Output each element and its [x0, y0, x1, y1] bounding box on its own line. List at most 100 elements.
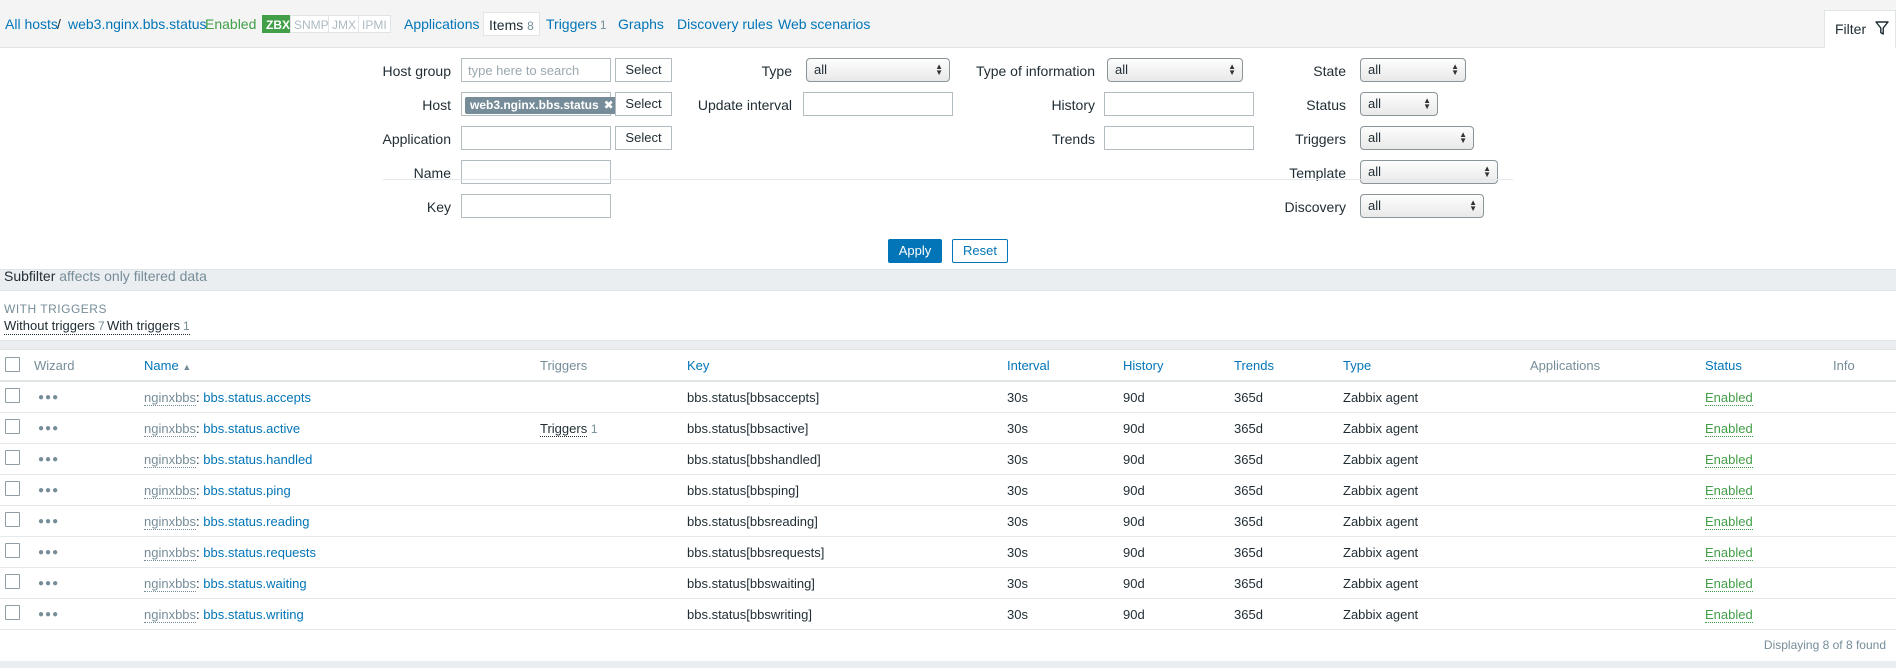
- host-chip-label: web3.nginx.bbs.status: [470, 98, 599, 112]
- item-key: bbs.status[bbsactive]: [687, 421, 809, 436]
- item-status[interactable]: Enabled: [1705, 421, 1753, 437]
- tab-items-label: Items: [489, 17, 524, 33]
- row-checkbox[interactable]: [5, 512, 20, 527]
- item-status[interactable]: Enabled: [1705, 576, 1753, 592]
- item-name-link[interactable]: bbs.status.waiting: [203, 576, 306, 591]
- wizard-dots-icon[interactable]: ●●●: [38, 486, 59, 496]
- item-trends: 365d: [1234, 483, 1263, 498]
- filter-toggle-tab[interactable]: Filter: [1824, 10, 1896, 48]
- trends-input[interactable]: [1104, 126, 1254, 150]
- item-interval: 30s: [1007, 514, 1028, 529]
- row-checkbox[interactable]: [5, 419, 20, 434]
- wizard-dots-icon[interactable]: ●●●: [38, 517, 59, 527]
- column-header-wizard: Wizard: [34, 358, 75, 373]
- application-select-button[interactable]: Select: [615, 126, 672, 150]
- item-status-label: Enabled: [1705, 545, 1753, 561]
- tab-triggers[interactable]: Triggers 1: [546, 16, 607, 32]
- column-header-history[interactable]: History: [1123, 358, 1163, 373]
- application-input[interactable]: [461, 126, 611, 150]
- state-select[interactable]: all ▲ ▼: [1360, 58, 1466, 82]
- tab-web-scenarios[interactable]: Web scenarios: [778, 16, 870, 32]
- type-of-information-select[interactable]: all ▲ ▼: [1107, 58, 1243, 82]
- item-name-link[interactable]: bbs.status.handled: [203, 452, 312, 467]
- item-name-link[interactable]: bbs.status.requests: [203, 545, 316, 560]
- item-history: 90d: [1123, 545, 1145, 560]
- reset-button[interactable]: Reset: [952, 239, 1008, 263]
- item-name-link[interactable]: bbs.status.reading: [203, 514, 309, 529]
- tab-discovery-rules[interactable]: Discovery rules: [677, 16, 773, 32]
- item-interval: 30s: [1007, 421, 1028, 436]
- item-name-cell: nginxbbs: bbs.status.active: [144, 421, 301, 437]
- row-checkbox[interactable]: [5, 481, 20, 496]
- item-status[interactable]: Enabled: [1705, 390, 1753, 406]
- row-checkbox[interactable]: [5, 574, 20, 589]
- subfilter-title: Subfilter affects only filtered data: [4, 268, 207, 284]
- item-name-link[interactable]: bbs.status.accepts: [203, 390, 311, 405]
- name-input[interactable]: [461, 160, 611, 184]
- row-checkbox[interactable]: [5, 388, 20, 403]
- wizard-dots-icon[interactable]: ●●●: [38, 455, 59, 465]
- item-status[interactable]: Enabled: [1705, 607, 1753, 623]
- key-input[interactable]: [461, 194, 611, 218]
- column-header-interval[interactable]: Interval: [1007, 358, 1050, 373]
- item-host-link[interactable]: nginxbbs: [144, 514, 197, 530]
- item-history: 90d: [1123, 514, 1145, 529]
- item-host-link[interactable]: nginxbbs: [144, 421, 197, 437]
- item-status-label: Enabled: [1705, 452, 1753, 468]
- history-input[interactable]: [1104, 92, 1254, 116]
- apply-button[interactable]: Apply: [888, 239, 942, 263]
- host-group-input[interactable]: [461, 58, 611, 82]
- column-header-key[interactable]: Key: [687, 358, 709, 373]
- wizard-dots-icon[interactable]: ●●●: [38, 579, 59, 589]
- item-status[interactable]: Enabled: [1705, 545, 1753, 561]
- column-header-triggers: Triggers: [540, 358, 588, 373]
- item-host-link[interactable]: nginxbbs: [144, 483, 197, 499]
- host-group-select-button[interactable]: Select: [615, 58, 672, 82]
- breadcrumb-host[interactable]: web3.nginx.bbs.status: [68, 16, 207, 32]
- item-name-link[interactable]: bbs.status.active: [203, 421, 300, 436]
- tab-applications[interactable]: Applications: [404, 16, 480, 32]
- item-status[interactable]: Enabled: [1705, 483, 1753, 499]
- column-header-type[interactable]: Type: [1343, 358, 1371, 373]
- remove-chip-icon[interactable]: ✖: [604, 97, 614, 114]
- triggers-select[interactable]: all ▲ ▼: [1360, 126, 1474, 150]
- column-header-trends[interactable]: Trends: [1234, 358, 1274, 373]
- tab-graphs[interactable]: Graphs: [618, 16, 664, 32]
- type-label: Type: [761, 63, 792, 79]
- item-host-link[interactable]: nginxbbs: [144, 607, 197, 623]
- item-name-link[interactable]: bbs.status.ping: [203, 483, 290, 498]
- row-checkbox[interactable]: [5, 450, 20, 465]
- item-type: Zabbix agent: [1343, 576, 1419, 591]
- item-interval: 30s: [1007, 452, 1028, 467]
- subfilter-with-triggers[interactable]: With triggers 1: [107, 318, 190, 335]
- item-status[interactable]: Enabled: [1705, 452, 1753, 468]
- item-host-link[interactable]: nginxbbs: [144, 545, 197, 561]
- subfilter-without-triggers[interactable]: Without triggers 7: [4, 318, 105, 335]
- select-all-checkbox[interactable]: [5, 357, 20, 372]
- row-checkbox[interactable]: [5, 605, 20, 620]
- wizard-dots-icon[interactable]: ●●●: [38, 548, 59, 558]
- breadcrumb-all-hosts[interactable]: All hosts: [5, 16, 58, 32]
- status-select[interactable]: all ▲ ▼: [1360, 92, 1438, 116]
- item-host-link[interactable]: nginxbbs: [144, 576, 197, 592]
- tab-items[interactable]: Items 8: [483, 12, 540, 36]
- item-host-link[interactable]: nginxbbs: [144, 390, 197, 406]
- item-status[interactable]: Enabled: [1705, 514, 1753, 530]
- update-interval-input[interactable]: [803, 92, 953, 116]
- discovery-select[interactable]: all ▲ ▼: [1360, 194, 1484, 218]
- row-checkbox[interactable]: [5, 543, 20, 558]
- item-history: 90d: [1123, 452, 1145, 467]
- wizard-dots-icon[interactable]: ●●●: [38, 424, 59, 434]
- discovery-label: Discovery: [1284, 199, 1346, 215]
- wizard-dots-icon[interactable]: ●●●: [38, 610, 59, 620]
- item-name-link[interactable]: bbs.status.writing: [203, 607, 303, 622]
- item-host-link[interactable]: nginxbbs: [144, 452, 197, 468]
- host-select-button[interactable]: Select: [615, 92, 672, 116]
- column-header-status[interactable]: Status: [1705, 358, 1742, 373]
- type-select[interactable]: all ▲ ▼: [806, 58, 950, 82]
- item-triggers-link[interactable]: Triggers: [540, 421, 588, 437]
- template-select[interactable]: all ▲ ▼: [1360, 160, 1498, 184]
- wizard-dots-icon[interactable]: ●●●: [38, 393, 59, 403]
- item-status-label: Enabled: [1705, 576, 1753, 592]
- column-header-name[interactable]: Name ▲: [144, 358, 191, 373]
